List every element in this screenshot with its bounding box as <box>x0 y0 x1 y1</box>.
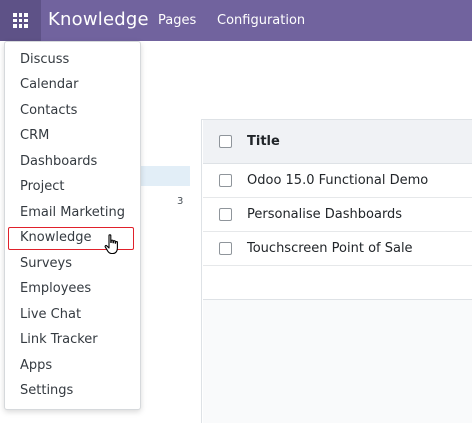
table-row[interactable]: Touchscreen Point of Sale <box>203 232 472 266</box>
search-panel-selected-item[interactable] <box>140 166 190 186</box>
row-title: Touchscreen Point of Sale <box>247 241 413 256</box>
empty-row <box>203 266 472 300</box>
table-row[interactable]: Personalise Dashboards <box>203 198 472 232</box>
apps-dropdown-menu <box>4 41 141 410</box>
row-checkbox[interactable] <box>219 242 232 255</box>
menu-item-surveys[interactable]: Surveys <box>20 256 72 271</box>
list-view: Title Odoo 15.0 Functional Demo Personal… <box>203 120 472 423</box>
menu-item-link-tracker[interactable]: Link Tracker <box>20 332 98 347</box>
menu-item-employees[interactable]: Employees <box>20 281 91 296</box>
menu-item-dashboards[interactable]: Dashboards <box>20 154 97 169</box>
hand-pointer-icon <box>104 234 118 255</box>
row-checkbox[interactable] <box>219 208 232 221</box>
grid-icon <box>13 13 28 28</box>
row-title: Personalise Dashboards <box>247 207 403 222</box>
select-all-checkbox[interactable] <box>219 135 232 148</box>
menu-item-knowledge[interactable]: Knowledge <box>20 230 91 245</box>
list-header: Title <box>203 120 472 164</box>
menu-item-apps[interactable]: Apps <box>20 358 52 373</box>
top-navbar: Knowledge Pages Configuration <box>0 0 472 41</box>
menu-item-crm[interactable]: CRM <box>20 128 49 143</box>
apps-menu-toggle[interactable] <box>0 0 41 41</box>
table-row[interactable]: Odoo 15.0 Functional Demo <box>203 164 472 198</box>
nav-configuration[interactable]: Configuration <box>217 13 305 28</box>
menu-item-calendar[interactable]: Calendar <box>20 77 78 92</box>
column-title-header[interactable]: Title <box>247 134 280 149</box>
app-brand[interactable]: Knowledge <box>48 9 149 30</box>
row-checkbox[interactable] <box>219 174 232 187</box>
search-panel-count: 3 <box>177 196 184 207</box>
menu-item-settings[interactable]: Settings <box>20 383 73 398</box>
menu-item-email-marketing[interactable]: Email Marketing <box>20 205 125 220</box>
nav-pages[interactable]: Pages <box>158 13 196 28</box>
menu-item-discuss[interactable]: Discuss <box>20 52 69 67</box>
search-panel <box>140 119 202 423</box>
row-title: Odoo 15.0 Functional Demo <box>247 173 429 188</box>
menu-item-contacts[interactable]: Contacts <box>20 103 77 118</box>
menu-item-live-chat[interactable]: Live Chat <box>20 307 81 322</box>
menu-item-project[interactable]: Project <box>20 179 64 194</box>
